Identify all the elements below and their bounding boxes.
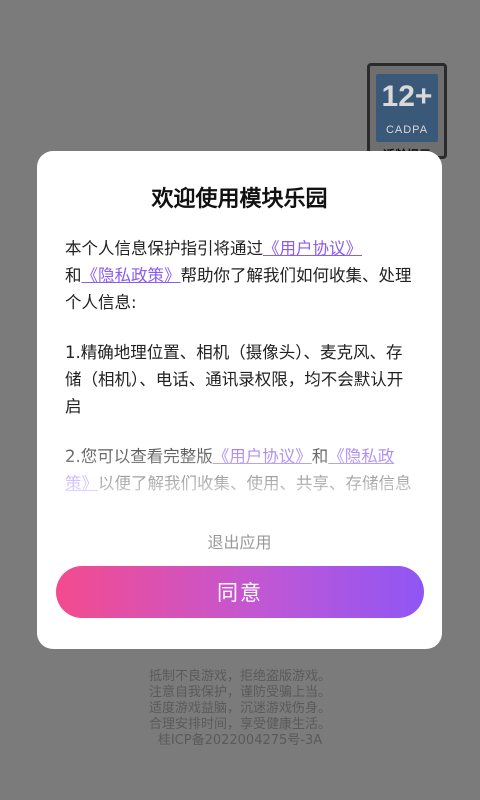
- intro-text-2: 和: [65, 266, 82, 285]
- intro-paragraph: 本个人信息保护指引将通过《用户协议》 和《隐私政策》帮助你了解我们如何收集、处理个…: [65, 235, 418, 316]
- user-agreement-link-2[interactable]: 《用户协议》: [213, 447, 312, 466]
- health-notice-line-3: 适度游戏益脑，沉迷游戏伤身。: [148, 701, 331, 716]
- privacy-dialog: 欢迎使用模块乐园 本个人信息保护指引将通过《用户协议》 和《隐私政策》帮助你了解我…: [37, 151, 442, 649]
- icp-license: 桂ICP备2022004275号-3A: [157, 733, 323, 748]
- age-rating-panel: 12+ CADPA: [376, 74, 438, 142]
- exit-app-button[interactable]: 退出应用: [37, 529, 442, 553]
- age-rating-badge: 12+ CADPA 适龄提示: [367, 63, 447, 159]
- agree-button[interactable]: 同意: [56, 566, 424, 618]
- health-notice-footer: 健康游戏忠告 抵制不良游戏，拒绝盗版游戏。 注意自我保护，谨防受骗上当。 适度游…: [0, 636, 480, 749]
- permissions-paragraph: 1.精确地理位置、相机（摄像头）、麦克风、存储（相机）、电话、通讯录权限，均不会…: [65, 343, 404, 416]
- full-version-text-1: 2.您可以查看完整版: [65, 447, 213, 466]
- privacy-policy-link[interactable]: 《隐私政策》: [82, 266, 181, 285]
- intro-text-1: 本个人信息保护指引将通过: [65, 239, 263, 258]
- dialog-body-scroll[interactable]: 本个人信息保护指引将通过《用户协议》 和《隐私政策》帮助你了解我们如何收集、处理个…: [65, 235, 418, 501]
- age-rating-org: CADPA: [385, 124, 429, 136]
- full-version-paragraph: 2.您可以查看完整版《用户协议》和《隐私政策》以便了解我们收集、使用、共享、存储…: [65, 443, 418, 501]
- health-notice-line-4: 合理安排时间，享受健康生活。: [148, 717, 331, 732]
- dialog-title: 欢迎使用模块乐园: [151, 187, 328, 212]
- user-agreement-link[interactable]: 《用户协议》: [263, 239, 362, 258]
- full-version-text-3: 以便了解我们收集、使用、共享、存储信息的情况: [98, 474, 412, 493]
- health-notice-line-1: 抵制不良游戏，拒绝盗版游戏。: [148, 669, 331, 684]
- health-notice-line-2: 注意自我保护，谨防受骗上当。: [148, 685, 331, 700]
- age-rating-number: 12+: [381, 80, 433, 113]
- full-version-text-2: 和: [311, 447, 329, 466]
